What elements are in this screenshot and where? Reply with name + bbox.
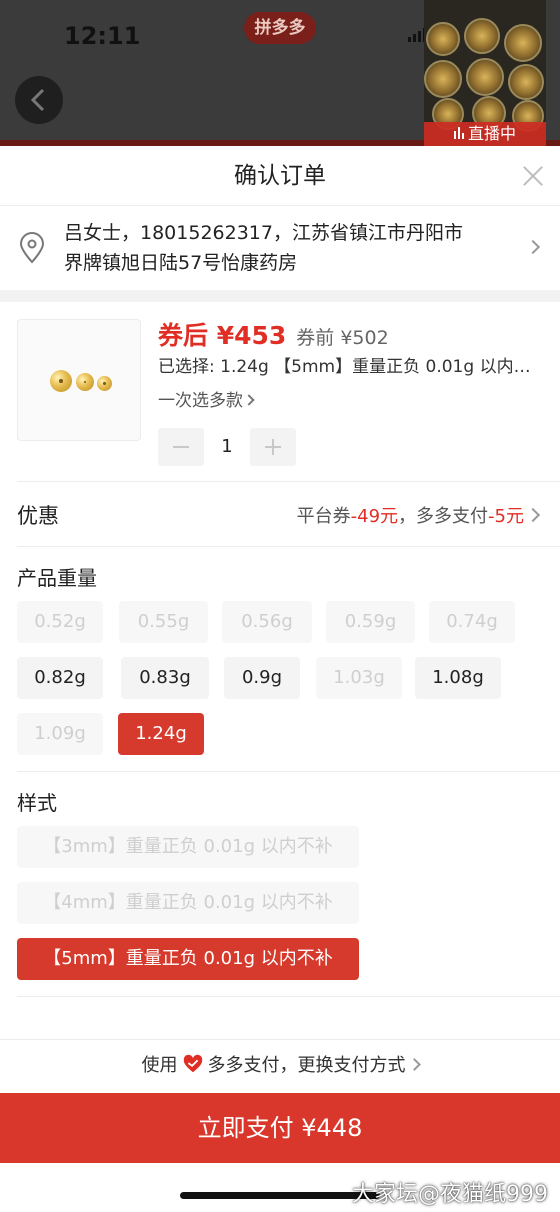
price-after-coupon: 券后 ¥453: [158, 321, 287, 350]
weight-option[interactable]: 0.74g: [429, 601, 515, 643]
discount-row[interactable]: 优惠 平台券-49元，多多支付-5元: [0, 482, 560, 546]
back-button[interactable]: [15, 76, 63, 124]
style-option[interactable]: 【5mm】重量正负 0.01g 以内不补: [17, 938, 359, 980]
chevron-right-icon: [525, 239, 541, 255]
live-stream-thumbnail[interactable]: 直播中: [424, 0, 546, 146]
price-row: 券后 ¥453 券前 ¥502: [158, 316, 389, 350]
status-time: 12:11: [64, 22, 141, 50]
close-icon[interactable]: [520, 163, 546, 189]
chevron-left-icon: [30, 88, 45, 112]
live-bars-icon: [453, 127, 464, 139]
weight-option[interactable]: 1.24g: [118, 713, 204, 755]
weight-option[interactable]: 0.83g: [121, 657, 209, 699]
quantity-value[interactable]: 1: [204, 428, 250, 466]
product-image[interactable]: [17, 319, 141, 441]
selected-spec: 已选择: 1.24g 【5mm】重量正负 0.01g 以内不补: [158, 357, 546, 377]
weight-option[interactable]: 0.9g: [224, 657, 300, 699]
multi-select-link[interactable]: 一次选多款: [158, 386, 255, 411]
weight-option[interactable]: 0.82g: [17, 657, 103, 699]
chevron-right-icon: [243, 394, 255, 406]
section-separator: [0, 290, 560, 302]
style-option[interactable]: 【4mm】重量正负 0.01g 以内不补: [17, 882, 359, 924]
duoduo-pay-heart-icon: [183, 1054, 202, 1073]
chevron-right-icon: [407, 1058, 421, 1071]
weight-option[interactable]: 1.08g: [415, 657, 501, 699]
weight-option[interactable]: 1.09g: [17, 713, 103, 755]
discount-value: 平台券-49元，多多支付-5元: [296, 506, 524, 527]
weight-option[interactable]: 0.52g: [17, 601, 103, 643]
weight-option[interactable]: 0.59g: [326, 601, 415, 643]
address-line-2: 界牌镇旭日陆57号怡康药房: [64, 252, 298, 274]
price-before-coupon: 券前 ¥502: [296, 327, 389, 349]
minus-button[interactable]: [158, 428, 204, 466]
plus-button[interactable]: [250, 428, 296, 466]
location-pin-icon: [19, 232, 45, 264]
weight-title: 产品重量: [17, 566, 97, 590]
weight-option[interactable]: 1.03g: [316, 657, 402, 699]
weight-option[interactable]: 0.56g: [222, 601, 312, 643]
style-option[interactable]: 【3mm】重量正负 0.01g 以内不补: [17, 826, 359, 868]
weight-option[interactable]: 0.55g: [119, 601, 208, 643]
payment-method-row[interactable]: 使用 多多支付，更换支付方式: [0, 1042, 560, 1092]
divider: [0, 1039, 560, 1040]
sheet-title: 确认订单: [234, 163, 326, 189]
chevron-right-icon: [525, 507, 541, 523]
address-text: 吕女士，18015262317，江苏省镇江市丹阳市 界牌镇旭日陆57号怡康药房: [64, 218, 504, 278]
address-line-1: 吕女士，18015262317，江苏省镇江市丹阳市: [64, 222, 463, 244]
style-title: 样式: [17, 791, 57, 815]
divider: [17, 546, 560, 547]
divider: [17, 771, 560, 772]
home-indicator: [180, 1192, 380, 1199]
divider: [17, 996, 560, 997]
pay-now-button[interactable]: 立即支付 ¥448: [0, 1093, 560, 1163]
live-badge: 直播中: [424, 122, 546, 146]
app-logo: 拼多多: [244, 12, 316, 44]
address-row[interactable]: 吕女士，18015262317，江苏省镇江市丹阳市 界牌镇旭日陆57号怡康药房: [0, 206, 560, 290]
watermark: 大家坛@夜猫纸999: [352, 1182, 548, 1207]
discount-label: 优惠: [17, 504, 59, 528]
